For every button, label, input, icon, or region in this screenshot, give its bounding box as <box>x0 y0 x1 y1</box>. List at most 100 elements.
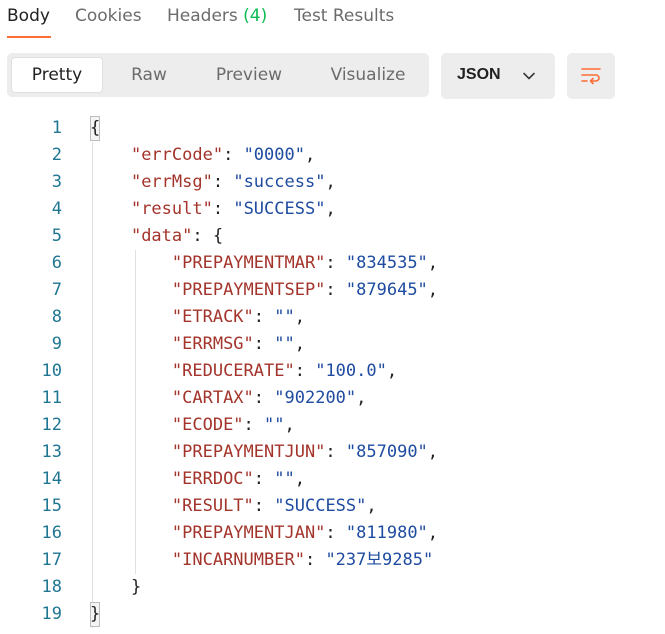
json-punctuation: , <box>304 145 316 165</box>
json-punctuation: : <box>253 469 275 489</box>
json-key: "CARTAX" <box>171 388 254 408</box>
line-number: 6 <box>51 253 62 273</box>
json-punctuation: : <box>325 442 346 462</box>
code-text: "ERRMSG": "", <box>90 331 305 358</box>
line-number: 4 <box>51 199 62 219</box>
json-key: "ETRACK" <box>171 307 254 327</box>
json-string: "857090" <box>345 442 428 462</box>
json-punctuation <box>90 469 172 489</box>
line-number: 1 <box>51 118 62 138</box>
code-text: "errCode": "0000", <box>90 142 315 169</box>
line-number: 8 <box>51 307 62 327</box>
line-number: 13 <box>41 442 62 462</box>
view-mode-raw[interactable]: Raw <box>111 57 187 93</box>
json-punctuation <box>90 253 172 273</box>
json-key: "RESULT" <box>171 496 254 516</box>
json-punctuation <box>90 145 131 165</box>
json-punctuation <box>90 577 131 597</box>
line-number: 2 <box>51 145 62 165</box>
json-punctuation: , <box>386 361 398 381</box>
json-string: "0000" <box>243 145 305 165</box>
json-key: "INCARNUMBER" <box>171 550 305 570</box>
json-punctuation: : <box>294 361 316 381</box>
line-number: 12 <box>41 415 62 435</box>
code-text: "PREPAYMENTMAR": "834535", <box>90 250 438 277</box>
json-key: "errMsg" <box>130 172 213 192</box>
code-text: { <box>90 115 100 142</box>
headers-count-badge: (4) <box>243 6 268 26</box>
json-key: "PREPAYMENTJUN" <box>171 442 326 462</box>
json-key: "PREPAYMENTSEP" <box>171 280 326 300</box>
wrap-lines-button[interactable] <box>567 53 615 99</box>
code-text: "ETRACK": "", <box>90 304 305 331</box>
json-punctuation: , <box>294 307 305 327</box>
view-mode-pretty[interactable]: Pretty <box>11 57 103 93</box>
line-number: 19 <box>41 604 62 624</box>
json-punctuation: : <box>243 415 265 435</box>
json-punctuation: , <box>427 280 439 300</box>
json-punctuation: , <box>294 469 305 489</box>
line-number: 9 <box>51 334 62 354</box>
json-punctuation: } <box>130 577 142 597</box>
json-punctuation: : <box>212 172 234 192</box>
line-number: 14 <box>41 469 62 489</box>
json-punctuation: } <box>90 604 101 624</box>
json-punctuation <box>90 172 131 192</box>
json-punctuation: , <box>427 523 439 543</box>
code-text: "result": "SUCCESS", <box>90 196 336 223</box>
json-string: "" <box>274 334 295 354</box>
json-punctuation: , <box>427 442 439 462</box>
line-number: 7 <box>51 280 62 300</box>
line-number: 15 <box>41 496 62 516</box>
json-punctuation: , <box>366 496 377 516</box>
json-punctuation: : <box>253 496 275 516</box>
line-number: 10 <box>41 361 62 381</box>
tab-body[interactable]: Body <box>7 6 50 26</box>
json-string: "SUCCESS" <box>274 496 367 516</box>
json-string: "SUCCESS" <box>233 199 326 219</box>
code-text: } <box>90 574 141 601</box>
tab-cookies[interactable]: Cookies <box>75 6 142 26</box>
code-text: "PREPAYMENTJUN": "857090", <box>90 439 438 466</box>
json-punctuation: : <box>325 280 346 300</box>
json-punctuation: , <box>284 415 295 435</box>
tab-test-results[interactable]: Test Results <box>294 6 394 26</box>
json-punctuation: : <box>223 145 244 165</box>
json-key: "ERRMSG" <box>171 334 254 354</box>
code-text: "RESULT": "SUCCESS", <box>90 493 377 520</box>
wrap-lines-icon <box>581 68 601 85</box>
line-number: 5 <box>51 226 62 246</box>
json-string: "811980" <box>345 523 428 543</box>
json-key: "PREPAYMENTJAN" <box>171 523 326 543</box>
view-mode-visualize[interactable]: Visualize <box>315 57 421 93</box>
json-string: "879645" <box>345 280 428 300</box>
line-number: 11 <box>41 388 62 408</box>
view-mode-preview[interactable]: Preview <box>199 57 299 93</box>
line-number: 17 <box>41 550 62 570</box>
json-punctuation <box>90 523 172 543</box>
json-punctuation <box>90 415 172 435</box>
format-select-value: JSON <box>457 66 501 83</box>
format-select[interactable]: JSON <box>441 53 555 99</box>
code-text: "PREPAYMENTSEP": "879645", <box>90 277 438 304</box>
code-text: "data": { <box>90 223 223 250</box>
json-key: "data" <box>130 226 193 246</box>
response-tabs: Body Cookies Headers (4) Test Results <box>0 0 665 40</box>
code-text: "CARTAX": "902200", <box>90 385 367 412</box>
json-punctuation: : <box>212 199 234 219</box>
view-mode-group: Pretty Raw Preview Visualize <box>7 53 429 97</box>
json-punctuation: , <box>427 253 439 273</box>
json-key: "PREPAYMENTMAR" <box>171 253 326 273</box>
json-key: "result" <box>130 199 213 219</box>
json-punctuation <box>90 226 131 246</box>
json-punctuation: : <box>253 307 275 327</box>
code-text: "ERRDOC": "", <box>90 466 305 493</box>
tab-headers[interactable]: Headers (4) <box>167 6 267 26</box>
code-text: "REDUCERATE": "100.0", <box>90 358 397 385</box>
json-punctuation <box>90 442 172 462</box>
json-string: "834535" <box>345 253 428 273</box>
line-number: 16 <box>41 523 62 543</box>
json-key: "ERRDOC" <box>171 469 254 489</box>
json-punctuation <box>90 334 172 354</box>
json-punctuation <box>90 496 172 516</box>
